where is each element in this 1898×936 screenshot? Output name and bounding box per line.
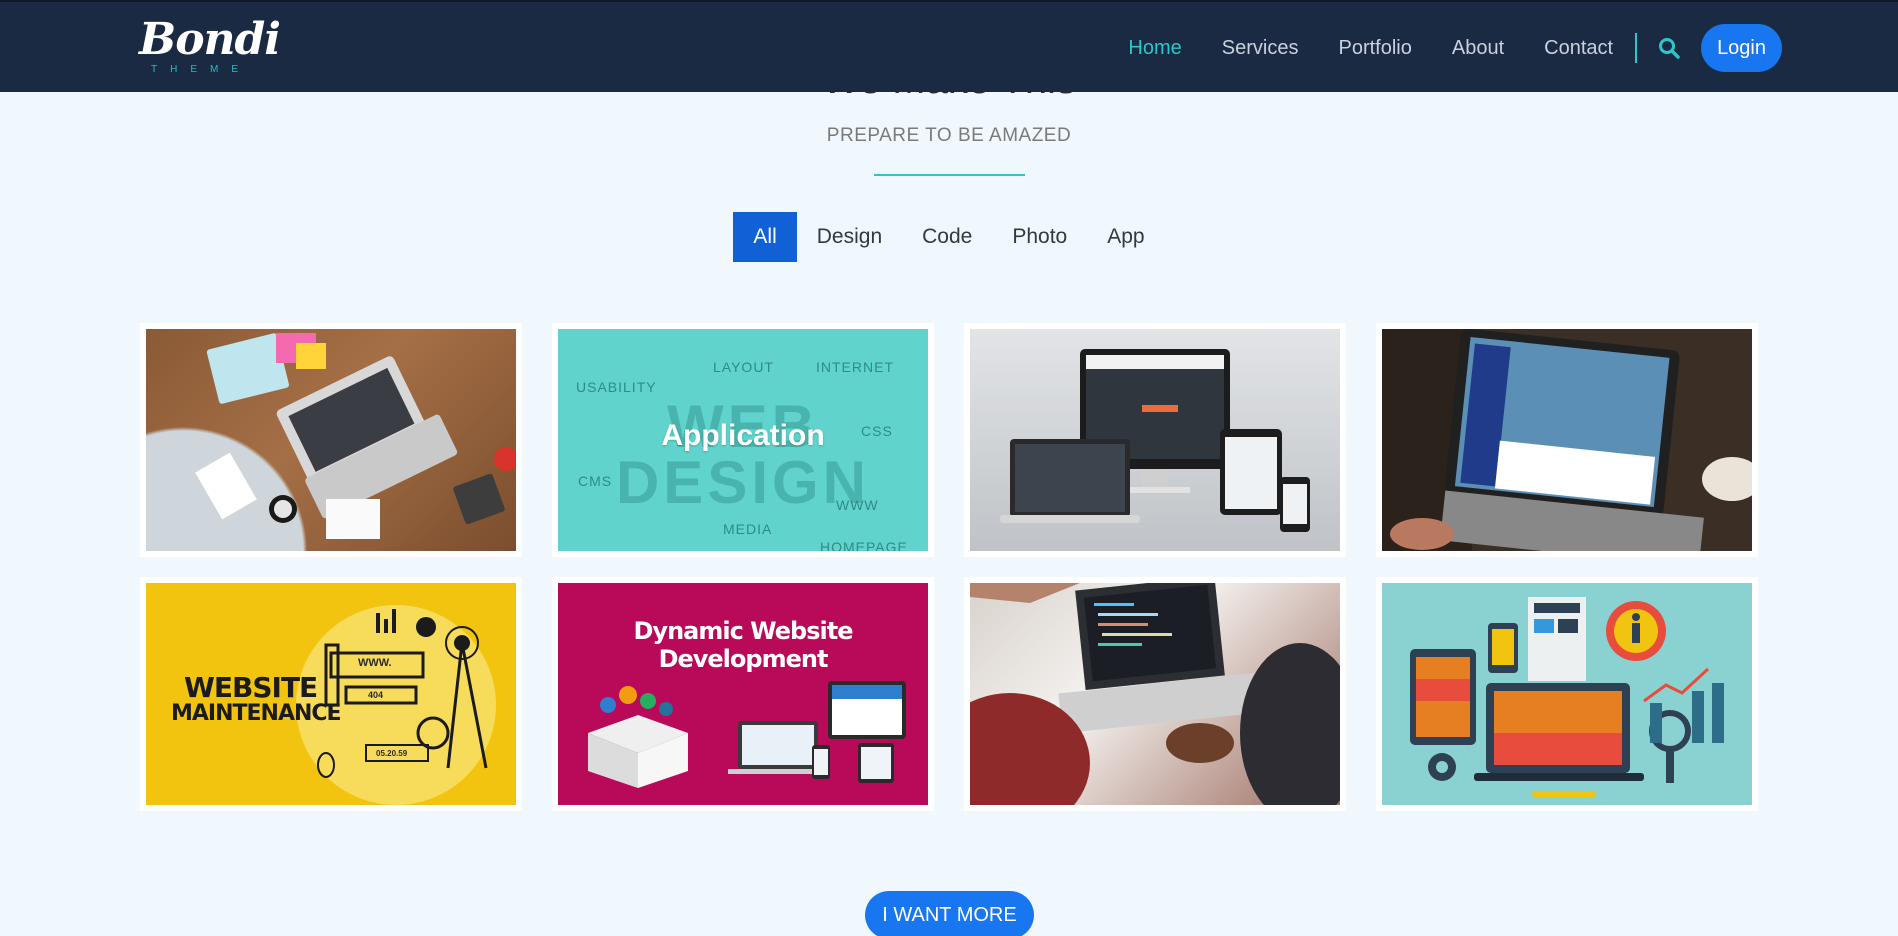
section-divider bbox=[874, 174, 1025, 176]
nav-contact[interactable]: Contact bbox=[1544, 37, 1613, 60]
portfolio-image bbox=[146, 329, 516, 551]
portfolio-image: USABILITY LAYOUT INTERNET WEB DESIGN CSS … bbox=[558, 329, 928, 551]
ghost-web-design: WEB DESIGN bbox=[615, 393, 871, 516]
login-button[interactable]: Login bbox=[1701, 24, 1782, 72]
logo-subtitle: THEME bbox=[151, 64, 251, 75]
clock-readout: 05.20.59 bbox=[376, 749, 408, 758]
ghost-word: WWW bbox=[836, 497, 879, 513]
filter-design[interactable]: Design bbox=[797, 212, 902, 262]
portfolio-item-coding[interactable] bbox=[964, 577, 1346, 811]
www-label: WWW. bbox=[358, 657, 392, 669]
portfolio-image bbox=[1382, 329, 1752, 551]
portfolio-item-desk[interactable] bbox=[140, 323, 522, 557]
portfolio-filters: All Design Code Photo App bbox=[0, 212, 1898, 262]
portfolio-image: WEBSITE MAINTENANCE WWW. 404 05.20.59 bbox=[146, 583, 516, 805]
nav-home[interactable]: Home bbox=[1128, 37, 1181, 60]
filter-photo[interactable]: Photo bbox=[992, 212, 1087, 262]
filter-all[interactable]: All bbox=[733, 212, 797, 262]
portfolio-caption: Application bbox=[661, 419, 825, 452]
portfolio-item-responsive[interactable] bbox=[964, 323, 1346, 557]
ghost-word: HOMEPAGE bbox=[820, 539, 908, 551]
portfolio-item-maintenance[interactable]: WEBSITE MAINTENANCE WWW. 404 05.20.59 bbox=[140, 577, 522, 811]
logo-word: Bondi bbox=[139, 14, 281, 65]
portfolio-image bbox=[1382, 583, 1752, 805]
ghost-word: INTERNET bbox=[816, 359, 894, 375]
ghost-word: MEDIA bbox=[723, 521, 773, 537]
top-navbar: Bondi THEME Home Services Portfolio Abou… bbox=[0, 0, 1898, 92]
brand-logo[interactable]: Bondi THEME bbox=[139, 14, 281, 80]
portfolio-image bbox=[970, 583, 1340, 805]
filter-app[interactable]: App bbox=[1087, 212, 1164, 262]
nav-services[interactable]: Services bbox=[1222, 37, 1299, 60]
nav-about[interactable]: About bbox=[1452, 37, 1504, 60]
portfolio-image bbox=[970, 329, 1340, 551]
portfolio-item-application[interactable]: USABILITY LAYOUT INTERNET WEB DESIGN CSS … bbox=[552, 323, 934, 557]
nav-separator bbox=[1635, 33, 1638, 63]
error-code: 404 bbox=[368, 690, 384, 700]
ghost-word: LAYOUT bbox=[713, 359, 774, 375]
portfolio-item-dynamic[interactable]: Dynamic Website Development bbox=[552, 577, 934, 811]
ghost-word: CMS bbox=[578, 473, 613, 489]
portfolio-item-flat-devices[interactable] bbox=[1376, 577, 1758, 811]
search-icon[interactable] bbox=[1657, 36, 1681, 60]
main-nav: Home Services Portfolio About Contact Lo… bbox=[1088, 22, 1782, 74]
nav-portfolio[interactable]: Portfolio bbox=[1338, 37, 1411, 60]
filter-code[interactable]: Code bbox=[902, 212, 992, 262]
portfolio-image: Dynamic Website Development bbox=[558, 583, 928, 805]
portfolio-item-laptop-site[interactable] bbox=[1376, 323, 1758, 557]
section-subtitle: PREPARE TO BE AMAZED bbox=[826, 125, 1072, 146]
i-want-more-button[interactable]: I WANT MORE bbox=[865, 891, 1034, 936]
ghost-word: USABILITY bbox=[576, 379, 657, 395]
